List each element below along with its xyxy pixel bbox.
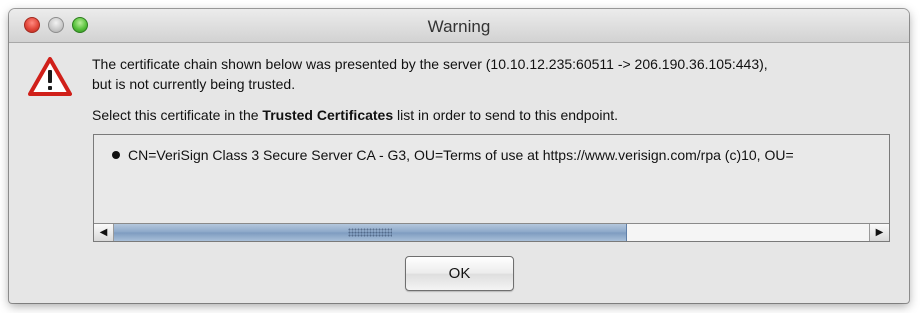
certificate-chain-list[interactable]: CN=VeriSign Class 3 Secure Server CA - G… — [93, 134, 890, 242]
warning-dialog: Warning The certificate chain shown belo… — [9, 9, 909, 303]
trusted-certificates-label: Trusted Certificates — [262, 107, 394, 123]
instruction-text-after: list in order to send to this endpoint. — [393, 107, 619, 123]
message-line-2: but is not currently being trusted. — [92, 76, 296, 92]
certificate-list-item[interactable]: CN=VeriSign Class 3 Secure Server CA - G… — [112, 147, 794, 163]
instruction-text: Select this certificate in the Trusted C… — [92, 105, 618, 125]
scroll-track[interactable] — [114, 224, 869, 241]
message-line-1: The certificate chain shown below was pr… — [92, 56, 768, 72]
horizontal-scrollbar[interactable]: ◀ ▶ — [94, 223, 889, 241]
scroll-grip-icon — [348, 228, 393, 237]
certificate-label: CN=VeriSign Class 3 Secure Server CA - G… — [128, 147, 794, 163]
scroll-left-button[interactable]: ◀ — [94, 224, 114, 241]
arrow-left-icon: ◀ — [99, 227, 108, 238]
bullet-icon — [112, 151, 120, 159]
instruction-text-before: Select this certificate in the — [92, 107, 263, 123]
window-title: Warning — [427, 17, 491, 36]
title-bar[interactable]: Warning — [9, 9, 909, 43]
scroll-right-button[interactable]: ▶ — [869, 224, 889, 241]
warning-triangle-icon — [28, 57, 72, 96]
arrow-right-icon: ▶ — [875, 227, 884, 238]
scroll-thumb[interactable] — [114, 224, 628, 241]
ok-button[interactable]: OK — [405, 256, 514, 291]
